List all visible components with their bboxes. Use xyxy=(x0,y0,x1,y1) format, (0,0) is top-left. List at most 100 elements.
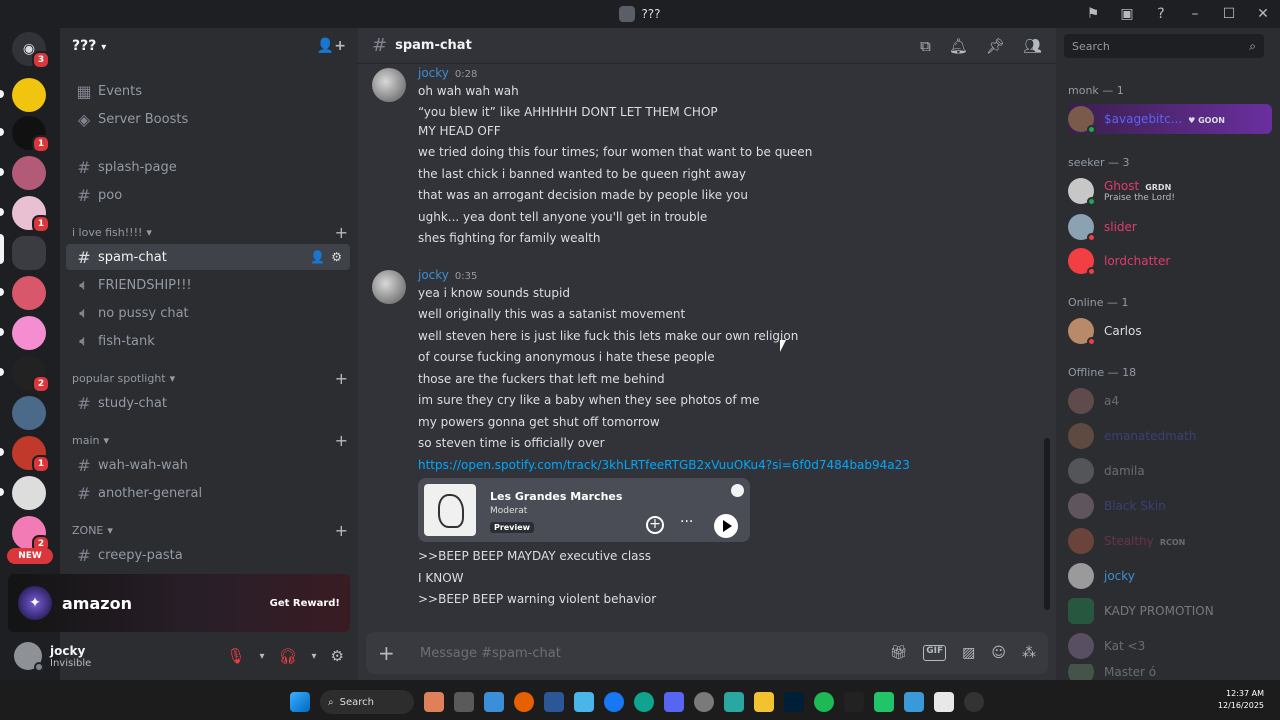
more-options-icon[interactable]: ··· xyxy=(680,514,693,530)
audio-app-icon[interactable] xyxy=(844,692,864,712)
firefox-icon[interactable] xyxy=(514,692,534,712)
channel-study-chat[interactable]: # study-chat xyxy=(66,390,350,416)
user-info[interactable]: jocky Invisible xyxy=(50,644,91,669)
chevron-down-icon[interactable]: ▾ xyxy=(259,651,264,662)
paint-icon[interactable] xyxy=(934,692,954,712)
help-icon[interactable]: ? xyxy=(1144,0,1178,28)
member-item[interactable]: Black Skin xyxy=(1068,491,1272,521)
member-item[interactable]: Kat <3 xyxy=(1068,631,1272,661)
edge-icon[interactable] xyxy=(634,692,654,712)
get-reward-button[interactable]: Get Reward! xyxy=(270,598,340,609)
member-item[interactable]: a4 xyxy=(1068,386,1272,416)
photoshop-icon[interactable] xyxy=(784,692,804,712)
message-author[interactable]: jocky xyxy=(418,268,449,282)
member-item[interactable]: lordchatter xyxy=(1068,246,1272,276)
guild-header[interactable]: ??? ▾ 👤+ xyxy=(60,28,358,64)
add-channel-icon[interactable]: + xyxy=(335,369,348,388)
bell-icon[interactable]: 🔔︎ xyxy=(949,37,968,55)
add-channel-icon[interactable]: + xyxy=(335,431,348,450)
member-item[interactable]: damila xyxy=(1068,456,1272,486)
avatar[interactable] xyxy=(372,68,406,102)
sidebar-item-server-boosts[interactable]: ◈ Server Boosts xyxy=(66,106,350,132)
flag-icon[interactable]: ⚑ xyxy=(1076,0,1110,28)
sidebar-item-events[interactable]: ▦ Events xyxy=(66,78,350,104)
album-art[interactable] xyxy=(424,484,476,536)
member-item[interactable]: Ghost GRDN Praise the Lord! xyxy=(1068,176,1272,206)
snipping-tool-icon[interactable] xyxy=(904,692,924,712)
app-icon[interactable] xyxy=(724,692,744,712)
category-i-love-fish[interactable]: i love fish!!!! ▾ + xyxy=(72,223,348,242)
play-button[interactable] xyxy=(714,514,738,538)
home-button[interactable]: ◉ 3 xyxy=(12,32,50,69)
media-player-icon[interactable] xyxy=(964,692,984,712)
server-icon-onair[interactable] xyxy=(12,156,46,190)
server-icon-p[interactable]: 1 xyxy=(12,116,50,153)
avatar[interactable] xyxy=(14,642,44,672)
server-icon-red-hair[interactable] xyxy=(12,276,46,310)
channel-spam-chat[interactable]: # spam-chat 👤 ⚙ xyxy=(66,244,350,270)
category-main[interactable]: main ▾ + xyxy=(72,431,348,450)
sticker-icon[interactable]: ▨ xyxy=(962,645,975,661)
spotify-link[interactable]: https://open.spotify.com/track/3khLRTfee… xyxy=(418,458,910,472)
minimize-icon[interactable]: – xyxy=(1178,0,1212,28)
gift-icon[interactable]: 🎁︎ xyxy=(889,645,907,661)
facebook-icon[interactable] xyxy=(604,692,624,712)
chevron-down-icon[interactable]: ▾ xyxy=(312,651,317,662)
avatar[interactable] xyxy=(372,270,406,304)
voice-channel-no-pussy-chat[interactable]: 🔈︎ no pussy chat xyxy=(66,300,350,326)
server-icon-figure[interactable] xyxy=(12,396,46,430)
member-item[interactable]: jocky xyxy=(1068,561,1272,591)
add-channel-icon[interactable]: + xyxy=(335,223,348,242)
member-item[interactable]: KADY PROMOTION xyxy=(1068,596,1272,626)
channel-wah-wah-wah[interactable]: # wah-wah-wah xyxy=(66,452,350,478)
chat-scrollbar[interactable] xyxy=(1044,438,1050,610)
server-icon-current[interactable] xyxy=(12,236,46,270)
notepad-icon[interactable] xyxy=(574,692,594,712)
new-unreads-badge[interactable]: NEW xyxy=(7,548,53,564)
maximize-icon[interactable]: ☐ xyxy=(1212,0,1246,28)
add-member-icon[interactable]: 👤+ xyxy=(317,38,346,54)
copilot-icon[interactable] xyxy=(484,692,504,712)
gif-icon[interactable]: GIF xyxy=(923,645,947,661)
server-icon-pink2[interactable]: 2 xyxy=(12,516,50,553)
voice-channel-friendship[interactable]: 🔈︎ FRIENDSHIP!!! xyxy=(66,272,350,298)
channel-another-general[interactable]: # another-general xyxy=(66,480,350,506)
member-item[interactable]: emanatedmath xyxy=(1068,421,1272,451)
server-icon-pink[interactable]: 1 xyxy=(12,196,50,233)
category-zone[interactable]: ZONE ▾ + xyxy=(72,521,348,540)
member-item[interactable]: $avagebitc... ♥ GOON xyxy=(1068,104,1272,134)
category-popular-spotlight[interactable]: popular spotlight ▾ + xyxy=(72,369,348,388)
add-to-library-icon[interactable]: + xyxy=(646,516,664,534)
windows-start-icon[interactable] xyxy=(290,692,310,712)
member-item[interactable]: Stealthy RCON xyxy=(1068,526,1272,556)
taskbar-search[interactable]: ⌕ Search xyxy=(320,690,414,714)
widgets-icon[interactable] xyxy=(424,692,444,712)
invite-icon[interactable]: 👤 xyxy=(310,250,325,264)
threads-icon[interactable]: ⧉ xyxy=(920,37,931,55)
apps-icon[interactable]: ⁂ xyxy=(1022,645,1036,661)
member-item[interactable]: Carlos xyxy=(1068,316,1272,346)
powershell-icon[interactable] xyxy=(544,692,564,712)
settings-icon[interactable] xyxy=(694,692,714,712)
message-author[interactable]: jocky xyxy=(418,66,449,80)
message-input[interactable] xyxy=(420,645,890,661)
server-icon-yellow[interactable] xyxy=(12,78,46,112)
emoji-icon[interactable]: ☺ xyxy=(991,645,1006,661)
channel-poo[interactable]: # poo xyxy=(66,182,350,208)
channel-creepy-pasta[interactable]: # creepy-pasta xyxy=(66,542,350,568)
server-icon-car[interactable]: 2 xyxy=(12,356,50,393)
close-icon[interactable]: ✕ xyxy=(1246,0,1280,28)
search-input[interactable]: Search ⌕ xyxy=(1064,34,1264,58)
track-title[interactable]: Les Grandes Marches xyxy=(490,490,622,503)
system-clock[interactable]: 12:37 AM 12/16/2025 xyxy=(1218,688,1264,712)
track-artist[interactable]: Moderat xyxy=(490,506,527,516)
file-explorer-icon[interactable] xyxy=(754,692,774,712)
screen-share-icon[interactable]: ▣ xyxy=(1110,0,1144,28)
spotify-taskbar-icon[interactable] xyxy=(814,692,834,712)
member-item[interactable]: slider xyxy=(1068,212,1272,242)
discord-taskbar-icon[interactable] xyxy=(664,692,684,712)
upload-plus-icon[interactable]: + xyxy=(378,641,402,665)
user-settings-gear-icon[interactable]: ⚙ xyxy=(331,647,344,665)
member-item[interactable]: Master ó xyxy=(1068,664,1272,680)
add-channel-icon[interactable]: + xyxy=(335,521,348,540)
